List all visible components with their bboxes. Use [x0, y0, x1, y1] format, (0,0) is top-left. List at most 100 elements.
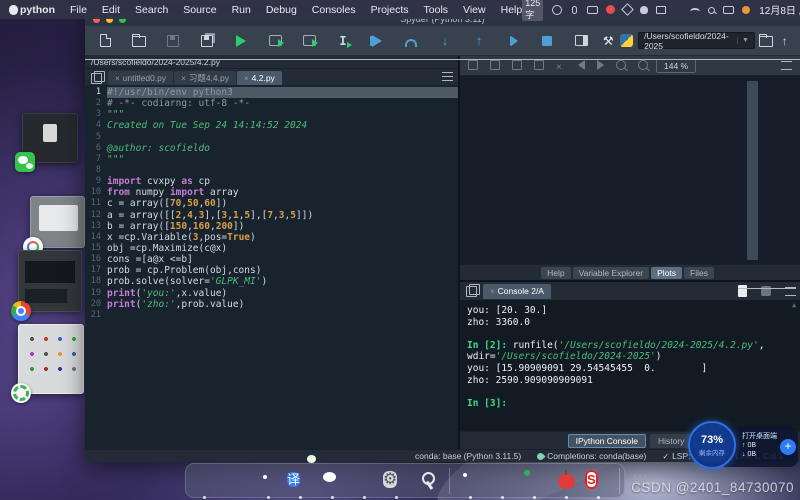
browse-directory-button[interactable] — [759, 30, 774, 52]
editor-tab-untitled0.py[interactable]: ×untitled0.py — [108, 71, 173, 85]
plots-zoom-level[interactable]: 144 % — [656, 59, 696, 73]
paw-status-icon[interactable] — [640, 6, 648, 14]
code-editor[interactable]: 1#!/usr/bin/env python32# -*- codiarng: … — [85, 85, 458, 449]
minimized-window-wechat[interactable] — [22, 113, 78, 163]
code-line-21[interactable]: 21 — [85, 310, 458, 321]
browse-console-tabs-button[interactable] — [464, 284, 480, 297]
menu-debug[interactable]: Debug — [266, 4, 297, 16]
dock-item-translate[interactable]: 译 — [287, 467, 314, 494]
pane-tab-help[interactable]: Help — [541, 267, 570, 279]
run-file-button[interactable] — [229, 30, 253, 52]
continue-execution-button[interactable] — [501, 30, 525, 52]
dock-item-settings[interactable]: ⚙ — [383, 467, 410, 494]
code-line-6[interactable]: 6@author: scofieldo — [85, 143, 458, 154]
code-line-19[interactable]: 19print('you:',x.value) — [85, 288, 458, 299]
code-line-3[interactable]: 3""" — [85, 109, 458, 120]
console-output[interactable]: ▲ you: [20. 30.]zho: 3360.0In [2]: runfi… — [460, 300, 800, 431]
menu-app-name[interactable]: python — [20, 4, 55, 16]
menu-consoles[interactable]: Consoles — [312, 4, 356, 16]
code-line-17[interactable]: 17prob = cp.Problem(obj,cons) — [85, 265, 458, 276]
run-cell-button[interactable] — [263, 30, 287, 52]
dock-item-apple-red[interactable] — [553, 467, 580, 494]
close-icon[interactable]: × — [490, 287, 495, 296]
dock-item-keychain[interactable] — [415, 467, 442, 494]
menu-help[interactable]: Help — [501, 4, 523, 16]
code-line-1[interactable]: 1#!/usr/bin/env python3 — [85, 87, 458, 98]
code-line-16[interactable]: 16cons =[a@x <=b] — [85, 254, 458, 265]
save-all-button[interactable] — [195, 30, 219, 52]
plots-thumbnail-strip[interactable] — [747, 81, 758, 260]
close-icon[interactable]: × — [244, 74, 249, 83]
memory-percent-gauge[interactable]: 73% 剩余内存 — [688, 421, 736, 469]
python-env-button[interactable] — [620, 30, 635, 52]
code-line-20[interactable]: 20print('zho:',prob.value) — [85, 299, 458, 310]
maximize-pane-button[interactable] — [569, 30, 593, 52]
console-tab[interactable]: × Console 2/A — [483, 284, 551, 299]
orange-status-icon[interactable] — [742, 6, 750, 14]
preferences-button[interactable]: ⚒ — [601, 30, 616, 52]
menu-view[interactable]: View — [463, 4, 486, 16]
minimized-window-grid[interactable] — [18, 324, 84, 394]
dock-item-wechat[interactable] — [319, 467, 346, 494]
keyboard-status-icon[interactable] — [587, 6, 598, 14]
record-status-icon[interactable] — [606, 5, 615, 14]
close-icon[interactable]: × — [181, 74, 186, 83]
pane-tab-plots[interactable]: Plots — [651, 267, 682, 279]
circle-status-icon[interactable] — [552, 5, 562, 15]
console-options-menu-icon[interactable] — [785, 287, 796, 296]
search-status-icon[interactable] — [708, 7, 715, 14]
code-line-14[interactable]: 14x =cp.Variable(3,pos=True) — [85, 232, 458, 243]
plots-options-menu-icon[interactable] — [781, 61, 792, 70]
mic-status-icon[interactable] — [572, 6, 577, 14]
code-line-11[interactable]: 11c = array([70,50,60]) — [85, 198, 458, 209]
code-line-2[interactable]: 2# -*- codiarng: utf-8 -*- — [85, 98, 458, 109]
code-line-15[interactable]: 15obj =cp.Maximize(c@x) — [85, 243, 458, 254]
go-up-directory-button[interactable]: ↑ — [777, 30, 792, 52]
run-selection-button[interactable]: I — [331, 30, 355, 52]
code-line-18[interactable]: 18prob.solve(solver='GLPK_MI') — [85, 276, 458, 287]
minimized-window-terminal[interactable] — [18, 250, 82, 312]
display-status-icon[interactable] — [723, 6, 734, 14]
editor-tab-4.2.py[interactable]: ×4.2.py — [237, 71, 282, 85]
editor-options-menu-icon[interactable] — [442, 72, 453, 81]
code-line-5[interactable]: 5 — [85, 132, 458, 143]
debug-cell-button[interactable] — [399, 30, 423, 52]
browse-tabs-button[interactable] — [89, 71, 105, 84]
dock-item-nutstore[interactable] — [457, 467, 484, 494]
menu-tools[interactable]: Tools — [424, 4, 449, 16]
window-status-icon[interactable] — [656, 6, 666, 14]
menu-search[interactable]: Search — [135, 4, 168, 16]
dock-item-launchpad[interactable] — [223, 467, 250, 494]
input-method-badge[interactable]: 125字 — [522, 0, 543, 21]
bluetooth-status-icon[interactable] — [674, 5, 682, 15]
new-file-button[interactable] — [93, 30, 117, 52]
menu-projects[interactable]: Projects — [371, 4, 409, 16]
code-line-13[interactable]: 13b = array([150,160,200]) — [85, 221, 458, 232]
dock-item-chrome[interactable] — [255, 467, 282, 494]
step-return-button[interactable]: ↑ — [467, 30, 491, 52]
open-file-button[interactable] — [127, 30, 151, 52]
menu-source[interactable]: Source — [183, 4, 216, 16]
dock-item-finder[interactable] — [191, 467, 218, 494]
bottom-tab-history[interactable]: History — [650, 434, 692, 448]
dock-item-screens[interactable] — [489, 467, 516, 494]
code-line-9[interactable]: 9import cvxpy as cp — [85, 176, 458, 187]
pane-tab-files[interactable]: Files — [684, 267, 714, 279]
bottom-tab-ipython-console[interactable]: IPython Console — [568, 434, 646, 448]
code-line-7[interactable]: 7""" — [85, 154, 458, 165]
stop-debugging-button[interactable] — [535, 30, 559, 52]
pane-tab-variable-explorer[interactable]: Variable Explorer — [573, 267, 650, 279]
working-directory-select[interactable]: /Users/scofieldo/2024-2025 ▼ — [638, 32, 755, 49]
code-line-4[interactable]: 4Created on Tue Sep 24 14:14:52 2024 — [85, 120, 458, 131]
plus-button[interactable]: + — [780, 439, 796, 455]
step-into-button[interactable]: ↓ — [433, 30, 457, 52]
menu-edit[interactable]: Edit — [102, 4, 120, 16]
debug-file-button[interactable] — [365, 30, 389, 52]
minimized-window-dialog[interactable] — [30, 196, 85, 248]
memory-widget[interactable]: 打开桌面端 ↑ 0B ↓ 0B + 73% 剩余内存 — [688, 421, 798, 471]
run-cell-advance-button[interactable] — [297, 30, 321, 52]
editor-tab-习题4.4.py[interactable]: ×习题4.4.py — [174, 71, 236, 85]
code-line-10[interactable]: 10from numpy import array — [85, 187, 458, 198]
dock-item-evernote[interactable] — [521, 467, 548, 494]
scrollbar-arrow-icon[interactable]: ▲ — [792, 301, 799, 308]
